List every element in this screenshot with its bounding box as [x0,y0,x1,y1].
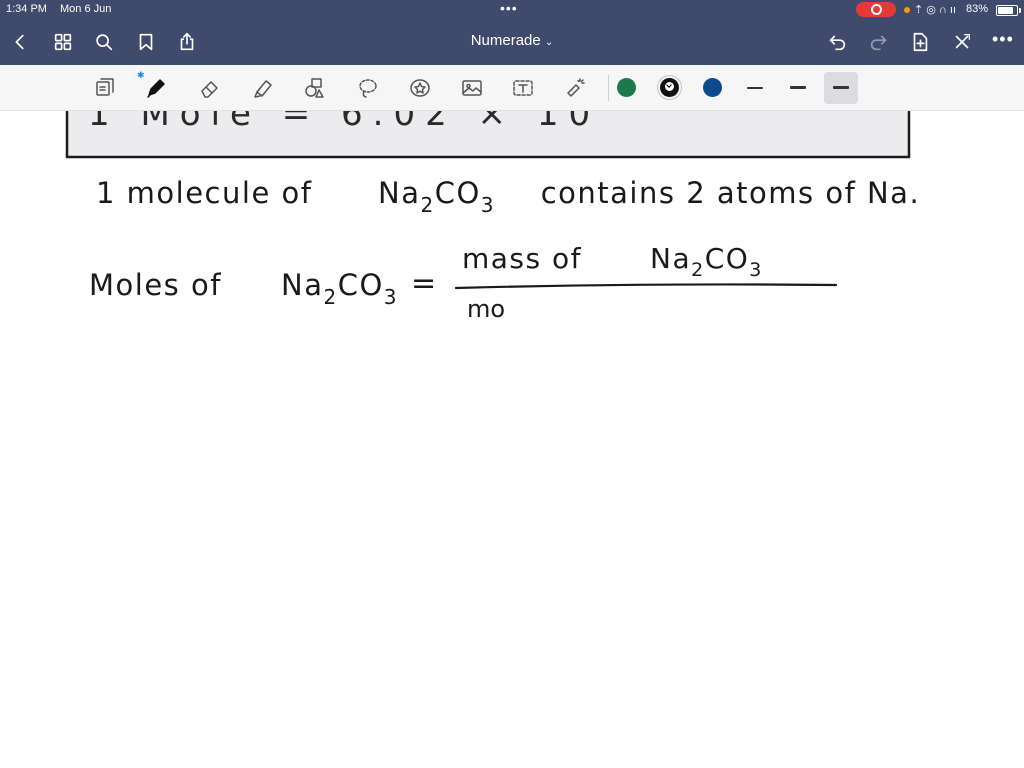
battery-percentage: 83% [966,3,989,15]
numerator-prefix: mass of [462,242,592,275]
moles-lhs-prefix: Moles of [89,268,233,302]
color-swatch-blue[interactable] [703,78,722,97]
document-title-label: Numerade [470,32,541,49]
share-icon[interactable] [175,30,199,54]
moles-equation: Moles of Na2CO3 = mass of Na2CO3 mo [89,242,838,323]
status-bar: 1:34 PM Mon 6 Jun ••• ⇡ ◎ ∩ ıı 83% [0,0,1024,20]
color-swatch-black[interactable] [660,78,679,97]
status-time: 1:34 PM [6,3,47,15]
chevron-down-icon: ⌄ [544,37,554,48]
close-icon[interactable] [950,30,974,54]
status-date: Mon 6 Jun [60,3,112,15]
more-icon[interactable]: ••• [992,29,1014,50]
equals-sign: = [411,266,436,301]
fraction-bar [454,283,838,290]
boxed-equation: 1 Mole = 6.02 × 10 [65,111,911,159]
document-title-button[interactable]: Numerade ⌄ [471,32,554,49]
fraction-denominator: mo [467,295,505,323]
toolbar-divider [608,75,609,101]
multitasking-dots-icon[interactable]: ••• [500,1,518,15]
microphone-indicator-icon [904,7,910,13]
stroke-medium-button[interactable] [781,72,815,104]
formula-element: CO [705,242,750,275]
sticker-icon[interactable] [405,73,435,103]
pen-icon[interactable] [141,73,171,103]
back-chevron-icon[interactable] [8,30,32,54]
moles-lhs: Moles of Na2CO3 [89,268,398,309]
shapes-icon[interactable] [300,73,330,103]
stroke-thin-button[interactable] [738,72,772,104]
highlighter-icon[interactable] [248,73,278,103]
lasso-icon[interactable] [353,73,383,103]
app-chrome: 1:34 PM Mon 6 Jun ••• ⇡ ◎ ∩ ıı 83% Numer… [0,0,1024,65]
formula-element: CO [338,268,384,302]
formula-subscript: 3 [481,193,495,217]
formula-subscript: 2 [420,193,434,217]
handwriting-layer: 1 Mole = 6.02 × 10 1 molecule of Na2CO3 … [65,111,920,323]
molecule-statement-prefix: 1 molecule of [96,176,323,210]
formula-subscript: 2 [691,259,705,281]
image-icon[interactable] [457,73,487,103]
color-swatch-green[interactable] [617,78,636,97]
formula-element: CO [435,176,481,210]
fraction-numerator: mass of Na2CO3 [462,242,763,281]
note-canvas[interactable]: 1 Mole = 6.02 × 10 1 molecule of Na2CO3 … [0,111,1024,768]
text-box-icon[interactable] [508,73,538,103]
formula-subscript: 3 [749,259,763,281]
formula-element: Na [378,176,420,210]
search-icon[interactable] [92,30,116,54]
boxed-equation-text: 1 Mole = 6.02 × 10 [88,111,600,134]
screen-recording-icon[interactable] [856,2,896,17]
laser-pointer-icon[interactable] [560,73,590,103]
formula-element: Na [281,268,323,302]
molecule-statement-suffix: contains 2 atoms of Na. [530,176,920,210]
chevron-down-icon [665,82,674,91]
formula-subscript: 2 [323,285,337,309]
navigation-bar: Numerade ⌄ ••• [0,20,1024,65]
undo-icon[interactable] [825,30,849,54]
molecule-statement: 1 molecule of Na2CO3 contains 2 atoms of… [96,176,920,217]
drawing-toolbar: ✱ [0,65,1024,111]
grid-icon[interactable] [51,30,75,54]
eraser-icon[interactable] [195,73,225,103]
add-page-icon[interactable] [908,30,932,54]
page-view-icon[interactable] [90,73,120,103]
bookmark-icon[interactable] [134,30,158,54]
redo-icon[interactable] [867,30,891,54]
bluetooth-icon: ✱ [137,70,145,80]
formula-subscript: 3 [384,285,398,309]
battery-icon [996,5,1021,16]
wifi-icon: ⇡ ◎ ∩ ıı [914,4,957,16]
stroke-thick-button[interactable] [824,72,858,104]
formula-element: Na [650,242,691,275]
